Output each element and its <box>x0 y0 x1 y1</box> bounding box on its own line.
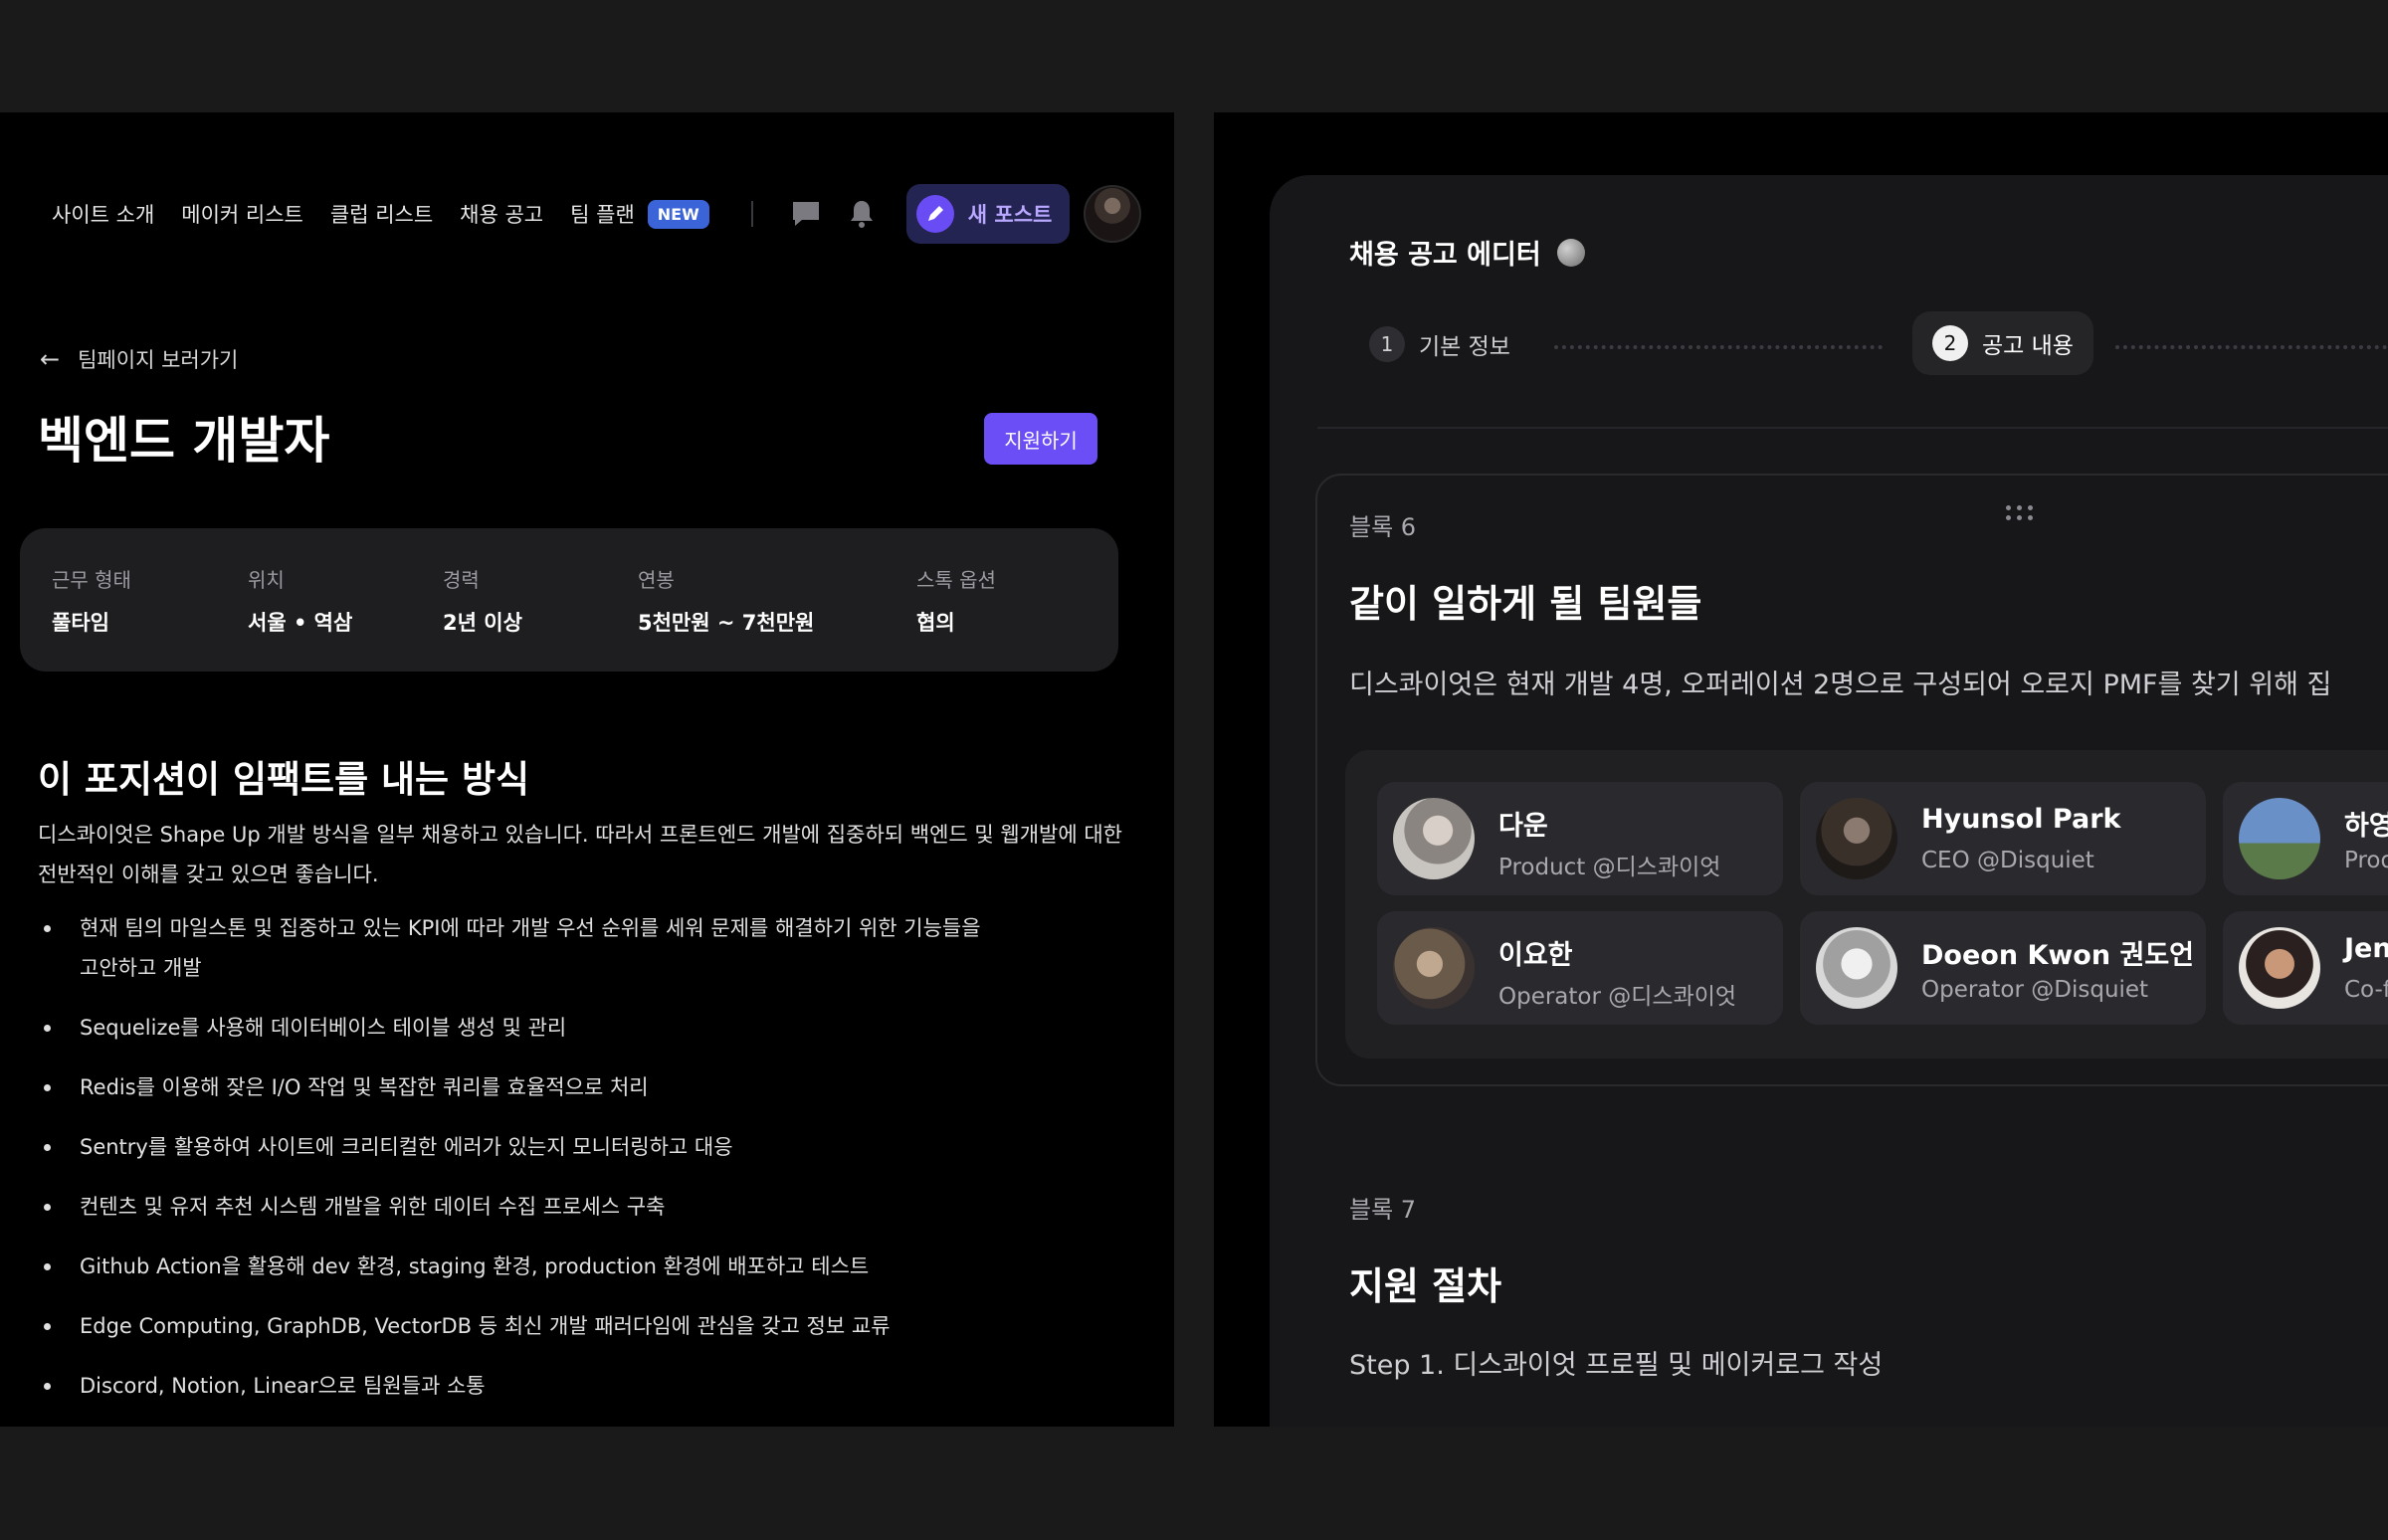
nav-item-team-plan[interactable]: 팀 플랜 <box>570 199 635 229</box>
member-card[interactable]: Jen Co-f <box>2223 911 2388 1025</box>
avatar <box>2239 798 2320 879</box>
member-name: Hyunsol Park <box>1921 804 2121 835</box>
divider <box>1317 427 2388 429</box>
avatar <box>2239 927 2320 1009</box>
top-navigation: 사이트 소개 메이커 리스트 클럽 리스트 채용 공고 팀 플랜 NEW 새 포… <box>52 184 1142 244</box>
apply-button[interactable]: 지원하기 <box>984 413 1097 465</box>
info-label: 연봉 <box>638 568 675 592</box>
arrow-left-icon: ← <box>40 345 61 373</box>
list-item: Edge Computing, GraphDB, VectorDB 등 최신 개… <box>38 1306 1132 1346</box>
drag-handle-icon[interactable] <box>2006 505 2036 520</box>
block-description: 디스콰이엇은 현재 개발 4명, 오퍼레이션 2명으로 구성되어 오로지 PMF… <box>1349 670 2332 700</box>
section-description: 디스콰이엇은 Shape Up 개발 방식을 일부 채용하고 있습니다. 따라서… <box>38 823 1122 886</box>
info-label: 위치 <box>248 568 285 592</box>
member-name: Jen <box>2344 933 2388 964</box>
nav-divider <box>750 201 753 227</box>
bell-icon[interactable] <box>845 197 879 231</box>
list-item: 현재 팀의 마일스톤 및 집중하고 있는 KPI에 따라 개발 우선 순위를 세… <box>38 908 993 988</box>
step-number: 1 <box>1369 326 1405 362</box>
nav-item-about[interactable]: 사이트 소개 <box>52 199 154 229</box>
new-badge: NEW <box>647 199 709 229</box>
section-title: 이 포지션이 임팩트를 내는 방식 <box>38 758 530 801</box>
avatar <box>1816 798 1897 879</box>
globe-icon[interactable] <box>1556 238 1585 267</box>
job-posting-panel: 사이트 소개 메이커 리스트 클럽 리스트 채용 공고 팀 플랜 NEW 새 포… <box>0 112 1174 1427</box>
member-card[interactable]: 하영 Prod <box>2223 782 2388 895</box>
info-employment-type: 근무 형태 풀타임 <box>52 564 131 637</box>
job-info-card: 근무 형태 풀타임 위치 서울 • 역삼 경력 2년 이상 연봉 5천만원 ~ … <box>20 528 1118 672</box>
list-item: Github Action을 활용해 dev 환경, staging 환경, p… <box>38 1247 1132 1286</box>
info-value: 2년 이상 <box>443 611 522 635</box>
page-title: 벡엔드 개발자 <box>38 412 330 470</box>
member-role: Operator @Disquiet <box>1921 977 2149 1003</box>
avatar <box>1816 927 1897 1009</box>
list-item: Sentry를 활용하여 사이트에 크리티컬한 에러가 있는지 모니터링하고 대… <box>38 1127 1132 1167</box>
chat-icon[interactable] <box>789 197 823 231</box>
info-value: 협의 <box>916 611 955 635</box>
nav-item-clubs[interactable]: 클럽 리스트 <box>330 199 433 229</box>
list-item: Redis를 이용해 잦은 I/O 작업 및 복잡한 쿼리를 효율적으로 처리 <box>38 1067 1132 1107</box>
member-name: Doeon Kwon 권도언 <box>1921 940 2195 971</box>
block-title: 같이 일하게 될 팀원들 <box>1349 582 1702 626</box>
list-item: Sequelize를 사용해 데이터베이스 테이블 생성 및 관리 <box>38 1008 1132 1048</box>
avatar <box>1393 798 1475 879</box>
user-avatar[interactable] <box>1084 185 1142 243</box>
back-to-team-page-link[interactable]: ← 팀페이지 보러가기 <box>40 344 238 374</box>
info-value: 5천만원 ~ 7천만원 <box>638 611 815 635</box>
member-name: 이요한 <box>1498 940 1573 971</box>
team-members-grid: 다운 Product @디스콰이엇 Hyunsol Park CEO @Disq… <box>1345 750 2388 1059</box>
info-experience: 경력 2년 이상 <box>443 564 522 637</box>
nav-item-makers[interactable]: 메이커 리스트 <box>181 199 303 229</box>
member-role: Co-f <box>2344 977 2388 1003</box>
member-name: 하영 <box>2344 811 2388 842</box>
member-role: CEO @Disquiet <box>1921 848 2094 873</box>
step-posting-content[interactable]: 2 공고 내용 <box>1912 311 2093 375</box>
content-block-6[interactable]: 블록 6 같이 일하게 될 팀원들 디스콰이엇은 현재 개발 4명, 오퍼레이션… <box>1315 474 2388 1086</box>
editor-title-text: 채용 공고 에디터 <box>1349 240 1541 271</box>
block-label: 블록 7 <box>1349 1196 1417 1224</box>
block-label: 블록 6 <box>1349 513 1417 541</box>
info-location: 위치 서울 • 역삼 <box>248 564 352 637</box>
list-item: 컨텐츠 및 유저 추천 시스템 개발을 위한 데이터 수집 프로세스 구축 <box>38 1187 1132 1227</box>
new-post-button[interactable]: 새 포스트 <box>905 184 1071 244</box>
info-label: 스톡 옵션 <box>916 568 996 592</box>
member-name: 다운 <box>1498 811 1548 842</box>
member-card[interactable]: 다운 Product @디스콰이엇 <box>1377 782 1783 895</box>
avatar <box>1393 927 1475 1009</box>
info-value: 풀타임 <box>52 611 109 635</box>
member-role: Product @디스콰이엇 <box>1498 855 1721 880</box>
member-card[interactable]: Doeon Kwon 권도언 Operator @Disquiet <box>1800 911 2206 1025</box>
block-description: Step 1. 디스콰이엇 프로필 및 메이커로그 작성 <box>1349 1350 1884 1381</box>
pencil-icon <box>915 195 954 233</box>
nav-item-jobs[interactable]: 채용 공고 <box>460 199 543 229</box>
block-title: 지원 절차 <box>1349 1264 1502 1308</box>
member-role: Prod <box>2344 848 2388 873</box>
back-link-label: 팀페이지 보러가기 <box>78 348 239 372</box>
member-role: Operator @디스콰이엇 <box>1498 984 1737 1010</box>
member-card[interactable]: 이요한 Operator @디스콰이엇 <box>1377 911 1783 1025</box>
list-item: Discord, Notion, Linear으로 팀원들과 소통 <box>38 1366 1132 1406</box>
step-connector <box>1554 345 1883 349</box>
step-connector <box>2115 345 2388 349</box>
step-label: 기본 정보 <box>1419 334 1510 360</box>
info-salary: 연봉 5천만원 ~ 7천만원 <box>638 564 814 637</box>
new-post-label: 새 포스트 <box>967 203 1053 227</box>
step-basic-info[interactable]: 1 기본 정보 <box>1369 326 1510 362</box>
info-stock-options: 스톡 옵션 협의 <box>916 564 996 637</box>
step-number: 2 <box>1932 325 1968 361</box>
member-card[interactable]: Hyunsol Park CEO @Disquiet <box>1800 782 2206 895</box>
job-posting-editor: 채용 공고 에디터 1 기본 정보 2 공고 내용 블록 6 같이 일하게 될 … <box>1270 175 2388 1427</box>
editor-title: 채용 공고 에디터 <box>1349 233 1585 272</box>
info-label: 근무 형태 <box>52 568 131 592</box>
info-value: 서울 • 역삼 <box>248 611 353 635</box>
editor-panel: 채용 공고 에디터 1 기본 정보 2 공고 내용 블록 6 같이 일하게 될 … <box>1214 112 2388 1427</box>
step-label: 공고 내용 <box>1982 333 2074 359</box>
responsibility-list: 현재 팀의 마일스톤 및 집중하고 있는 KPI에 따라 개발 우선 순위를 세… <box>38 908 1132 1426</box>
info-label: 경력 <box>443 568 480 592</box>
